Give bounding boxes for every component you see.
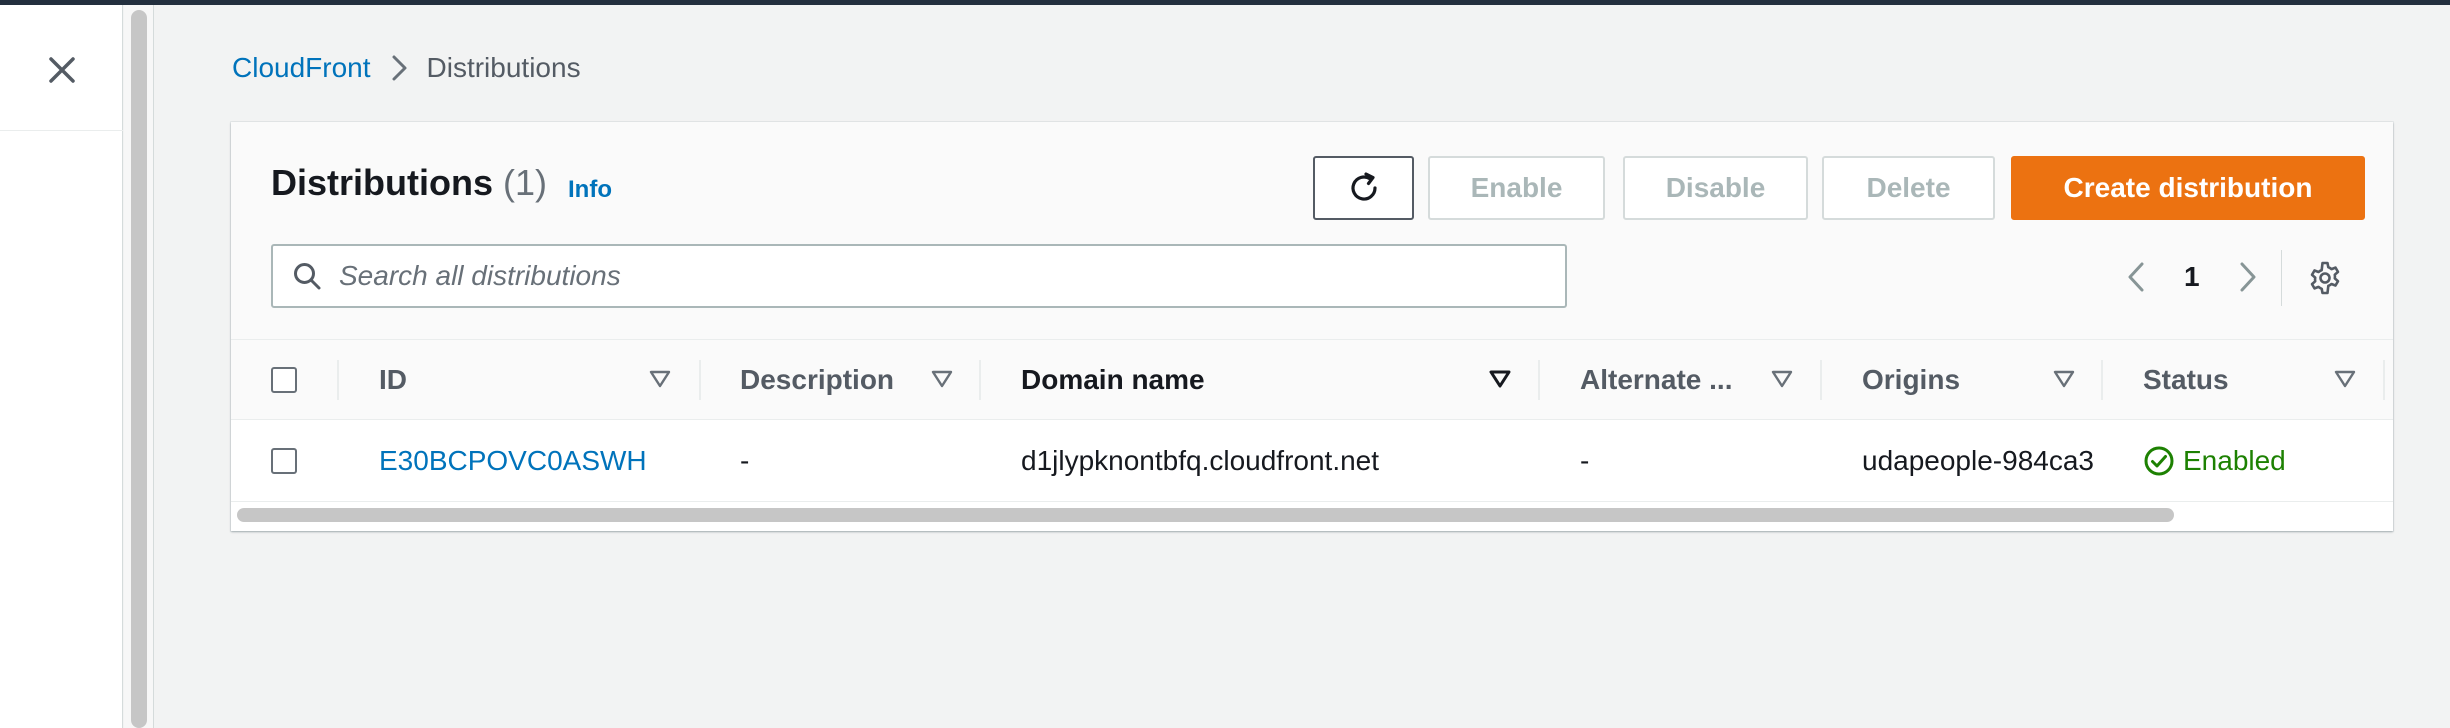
search-field[interactable] [271, 244, 1567, 308]
table-header-row: ID Description Domain name Alternate ...… [231, 340, 2393, 420]
refresh-icon [1350, 172, 1377, 201]
pagination: 1 [2116, 252, 2268, 302]
sort-icon[interactable] [1771, 368, 1793, 390]
distribution-count: (1) [503, 162, 547, 203]
select-all-checkbox[interactable] [271, 367, 297, 393]
refresh-button[interactable] [1313, 156, 1414, 220]
origins-cell: udapeople-984ca3… [1862, 445, 2097, 476]
column-header-description[interactable]: Description [740, 340, 894, 420]
breadcrumb-current: Distributions [426, 52, 581, 83]
title-text: Distributions [271, 162, 493, 203]
distribution-id-link[interactable]: E30BCPOVC0ASWH [379, 420, 689, 502]
distributions-table-container: Distributions (1) Info Enable Disable De… [231, 122, 2393, 531]
alternate-domain-cell: - [1580, 445, 1590, 476]
horizontal-scrollbar[interactable] [237, 508, 2174, 522]
status-badge: Enabled [2143, 420, 2383, 502]
check-circle-icon [2144, 446, 2174, 476]
current-page-number[interactable]: 1 [2184, 261, 2200, 293]
sort-icon[interactable] [2053, 368, 2075, 390]
column-separator [699, 360, 701, 400]
panel-divider [0, 130, 123, 131]
sort-icon[interactable] [2334, 368, 2356, 390]
gear-icon [2310, 261, 2340, 295]
column-separator [337, 360, 339, 400]
horizontal-scrollbar-track [237, 506, 2387, 526]
table-row[interactable]: E30BCPOVC0ASWH - d1jlypknontbfq.cloudfro… [231, 420, 2393, 502]
column-header-id[interactable]: ID [379, 340, 407, 420]
create-distribution-button[interactable]: Create distribution [2011, 156, 2365, 220]
chevron-right-icon [2240, 262, 2256, 292]
sort-icon[interactable] [931, 368, 953, 390]
chevron-right-icon [391, 54, 409, 82]
column-header-origins[interactable]: Origins [1862, 340, 1960, 420]
sort-icon[interactable] [649, 368, 671, 390]
column-header-status[interactable]: Status [2143, 340, 2229, 420]
column-separator [979, 360, 981, 400]
column-header-alternate-domain[interactable]: Alternate ... [1580, 340, 1732, 420]
page-title: Distributions (1) [271, 162, 547, 204]
breadcrumb-cloudfront-link[interactable]: CloudFront [232, 52, 371, 84]
next-page-button[interactable] [2228, 257, 2268, 297]
vertical-scrollbar[interactable] [131, 10, 147, 728]
pager-divider [2281, 250, 2282, 306]
column-separator [2383, 360, 2385, 400]
domain-name-cell: d1jlypknontbfq.cloudfront.net [1021, 445, 1380, 476]
disable-button[interactable]: Disable [1623, 156, 1808, 220]
row-checkbox[interactable] [271, 448, 297, 474]
preferences-button[interactable] [2303, 256, 2347, 300]
breadcrumb: CloudFront Distributions [232, 50, 581, 86]
top-navigation-bar [0, 0, 2450, 5]
close-icon [49, 57, 75, 83]
close-navigation-button[interactable] [42, 50, 82, 90]
sort-descending-icon[interactable] [1489, 368, 1511, 390]
description-cell: - [740, 445, 750, 476]
chevron-left-icon [2128, 262, 2144, 292]
search-input[interactable] [339, 260, 1539, 292]
delete-button[interactable]: Delete [1822, 156, 1995, 220]
status-text: Enabled [2183, 445, 2286, 476]
info-link[interactable]: Info [568, 176, 612, 204]
side-navigation-panel [0, 5, 123, 728]
column-separator [1820, 360, 1822, 400]
table-header-section: Distributions (1) Info Enable Disable De… [231, 122, 2393, 340]
search-icon [287, 256, 327, 296]
enable-button[interactable]: Enable [1428, 156, 1605, 220]
previous-page-button[interactable] [2116, 257, 2156, 297]
column-separator [2101, 360, 2103, 400]
column-separator [1538, 360, 1540, 400]
column-header-domain-name[interactable]: Domain name [1021, 340, 1205, 420]
